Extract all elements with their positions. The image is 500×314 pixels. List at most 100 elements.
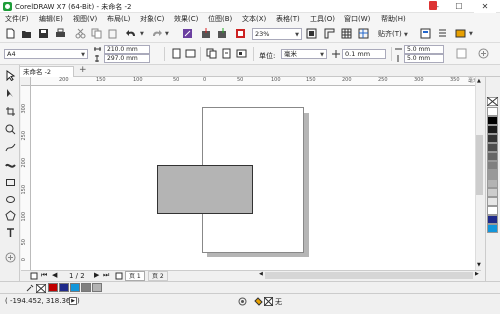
text-tool-icon[interactable]: [5, 227, 16, 238]
undo-icon[interactable]: [126, 28, 137, 39]
nudge-distance-field[interactable]: 0.1 mm: [342, 49, 386, 59]
undo-dropdown-arrow[interactable]: ▼: [140, 31, 144, 37]
print-icon[interactable]: [55, 28, 66, 39]
scroll-left-arrow[interactable]: ◀: [259, 271, 263, 277]
maximize-button[interactable]: ☐: [448, 0, 470, 13]
page-size-dropdown-arrow[interactable]: ▼: [81, 51, 85, 58]
ellipse-tool-icon[interactable]: [5, 194, 16, 205]
document-palette-swatch[interactable]: [48, 283, 58, 292]
units-combo[interactable]: 毫米 ▼: [281, 49, 327, 59]
palette-color-swatch[interactable]: [487, 143, 498, 152]
next-page-button[interactable]: ▶: [94, 271, 99, 279]
add-icon[interactable]: [478, 48, 489, 59]
scroll-right-arrow[interactable]: ▶: [475, 271, 479, 277]
page-size-combo[interactable]: A4 ▼: [4, 49, 88, 59]
palette-color-swatch[interactable]: [487, 197, 498, 206]
ruler-origin[interactable]: [21, 77, 31, 86]
new-tab-button[interactable]: +: [79, 65, 87, 75]
menu-edit[interactable]: 编辑(E): [39, 14, 63, 24]
document-palette-swatch[interactable]: [70, 283, 80, 292]
menu-object[interactable]: 对象(C): [140, 14, 164, 24]
palette-color-swatch[interactable]: [487, 107, 498, 116]
menu-table[interactable]: 表格(T): [276, 14, 300, 24]
redo-dropdown-arrow[interactable]: ▼: [165, 31, 169, 37]
palette-color-swatch[interactable]: [487, 215, 498, 224]
eyedropper-icon[interactable]: [26, 284, 34, 292]
document-palette-swatch[interactable]: [92, 283, 102, 292]
export-icon[interactable]: [217, 28, 228, 39]
last-page-button[interactable]: ⏭: [103, 271, 109, 280]
menu-layout[interactable]: 布局(L): [107, 14, 130, 24]
show-grid-icon[interactable]: [341, 28, 352, 39]
publish-pdf-icon[interactable]: [235, 28, 246, 39]
palette-color-swatch[interactable]: [487, 161, 498, 170]
units-dropdown-arrow[interactable]: ▼: [320, 51, 324, 58]
first-page-button[interactable]: ⏮: [41, 271, 47, 280]
artistic-media-tool-icon[interactable]: [5, 160, 16, 171]
menu-bitmaps[interactable]: 位图(B): [208, 14, 232, 24]
make-current-page-default-icon[interactable]: [456, 48, 467, 59]
redo-icon[interactable]: [151, 28, 162, 39]
current-page-icon[interactable]: [221, 48, 232, 59]
horizontal-ruler[interactable]: 200 150 100 50 0 50 100 150 200 250 300 …: [31, 77, 481, 86]
add-page-before-icon[interactable]: [30, 272, 38, 280]
menu-file[interactable]: 文件(F): [5, 14, 29, 24]
page-tab-2[interactable]: 页 2: [148, 271, 168, 281]
zoom-dropdown-arrow[interactable]: ▼: [295, 30, 299, 39]
full-screen-preview-icon[interactable]: [306, 28, 317, 39]
options-icon[interactable]: [437, 28, 448, 39]
zoom-level-combo[interactable]: 23% ▼: [252, 28, 302, 40]
add-tool-icon[interactable]: [5, 252, 16, 263]
rectangle-tool-icon[interactable]: [5, 177, 16, 188]
landscape-icon[interactable]: [185, 48, 196, 59]
save-icon[interactable]: [38, 28, 49, 39]
import-icon[interactable]: [201, 28, 212, 39]
zoom-tool-icon[interactable]: [5, 124, 16, 135]
add-page-after-icon[interactable]: [115, 272, 123, 280]
no-color-swatch[interactable]: [36, 284, 46, 293]
freehand-tool-icon[interactable]: [5, 142, 16, 153]
new-document-icon[interactable]: [5, 28, 16, 39]
launcher-dropdown-arrow[interactable]: ▼: [469, 31, 473, 37]
menu-tools[interactable]: 工具(O): [310, 14, 335, 24]
palette-color-swatch[interactable]: [487, 188, 498, 197]
application-launcher-icon[interactable]: [455, 28, 466, 39]
horizontal-scrollbar-thumb[interactable]: [265, 272, 473, 279]
palette-color-swatch[interactable]: [487, 134, 498, 143]
no-color-swatch[interactable]: [487, 97, 498, 106]
palette-color-swatch[interactable]: [487, 206, 498, 215]
all-pages-icon[interactable]: [206, 48, 217, 59]
coordinates-flyout-button[interactable]: ▶: [69, 297, 77, 305]
shape-tool-icon[interactable]: [5, 88, 16, 99]
cut-icon[interactable]: [75, 28, 86, 39]
page-height-field[interactable]: 297.0 mm: [104, 54, 150, 63]
previous-page-button[interactable]: ◀: [52, 271, 57, 279]
paste-icon[interactable]: [107, 28, 118, 39]
snap-to-dropdown[interactable]: 贴齐(T) ▼: [378, 29, 408, 39]
close-button[interactable]: ✕: [474, 0, 496, 13]
align-guides-icon[interactable]: [420, 28, 431, 39]
portrait-icon[interactable]: [171, 48, 182, 59]
page-width-field[interactable]: 210.0 mm: [104, 45, 150, 54]
polygon-tool-icon[interactable]: [5, 210, 16, 221]
menu-help[interactable]: 帮助(H): [381, 14, 406, 24]
show-guidelines-icon[interactable]: [358, 28, 369, 39]
scroll-up-arrow[interactable]: ▲: [477, 78, 481, 84]
palette-color-swatch[interactable]: [487, 152, 498, 161]
crop-tool-icon[interactable]: [5, 106, 16, 117]
search-content-icon[interactable]: [182, 28, 193, 39]
document-palette-swatch[interactable]: [59, 283, 69, 292]
palette-color-swatch[interactable]: [487, 179, 498, 188]
vertical-scrollbar-thumb[interactable]: [476, 135, 483, 195]
show-rulers-icon[interactable]: [324, 28, 335, 39]
duplicate-y-field[interactable]: 5.0 mm: [404, 54, 444, 63]
document-palette-swatch[interactable]: [81, 283, 91, 292]
menu-window[interactable]: 窗口(W): [344, 14, 370, 24]
copy-icon[interactable]: [91, 28, 102, 39]
scroll-down-arrow[interactable]: ▼: [477, 262, 481, 268]
document-tab[interactable]: 未命名 -2: [18, 66, 74, 77]
palette-color-swatch[interactable]: [487, 170, 498, 179]
open-folder-icon[interactable]: [21, 28, 32, 39]
palette-color-swatch[interactable]: [487, 116, 498, 125]
menu-effects[interactable]: 效果(C): [174, 14, 198, 24]
